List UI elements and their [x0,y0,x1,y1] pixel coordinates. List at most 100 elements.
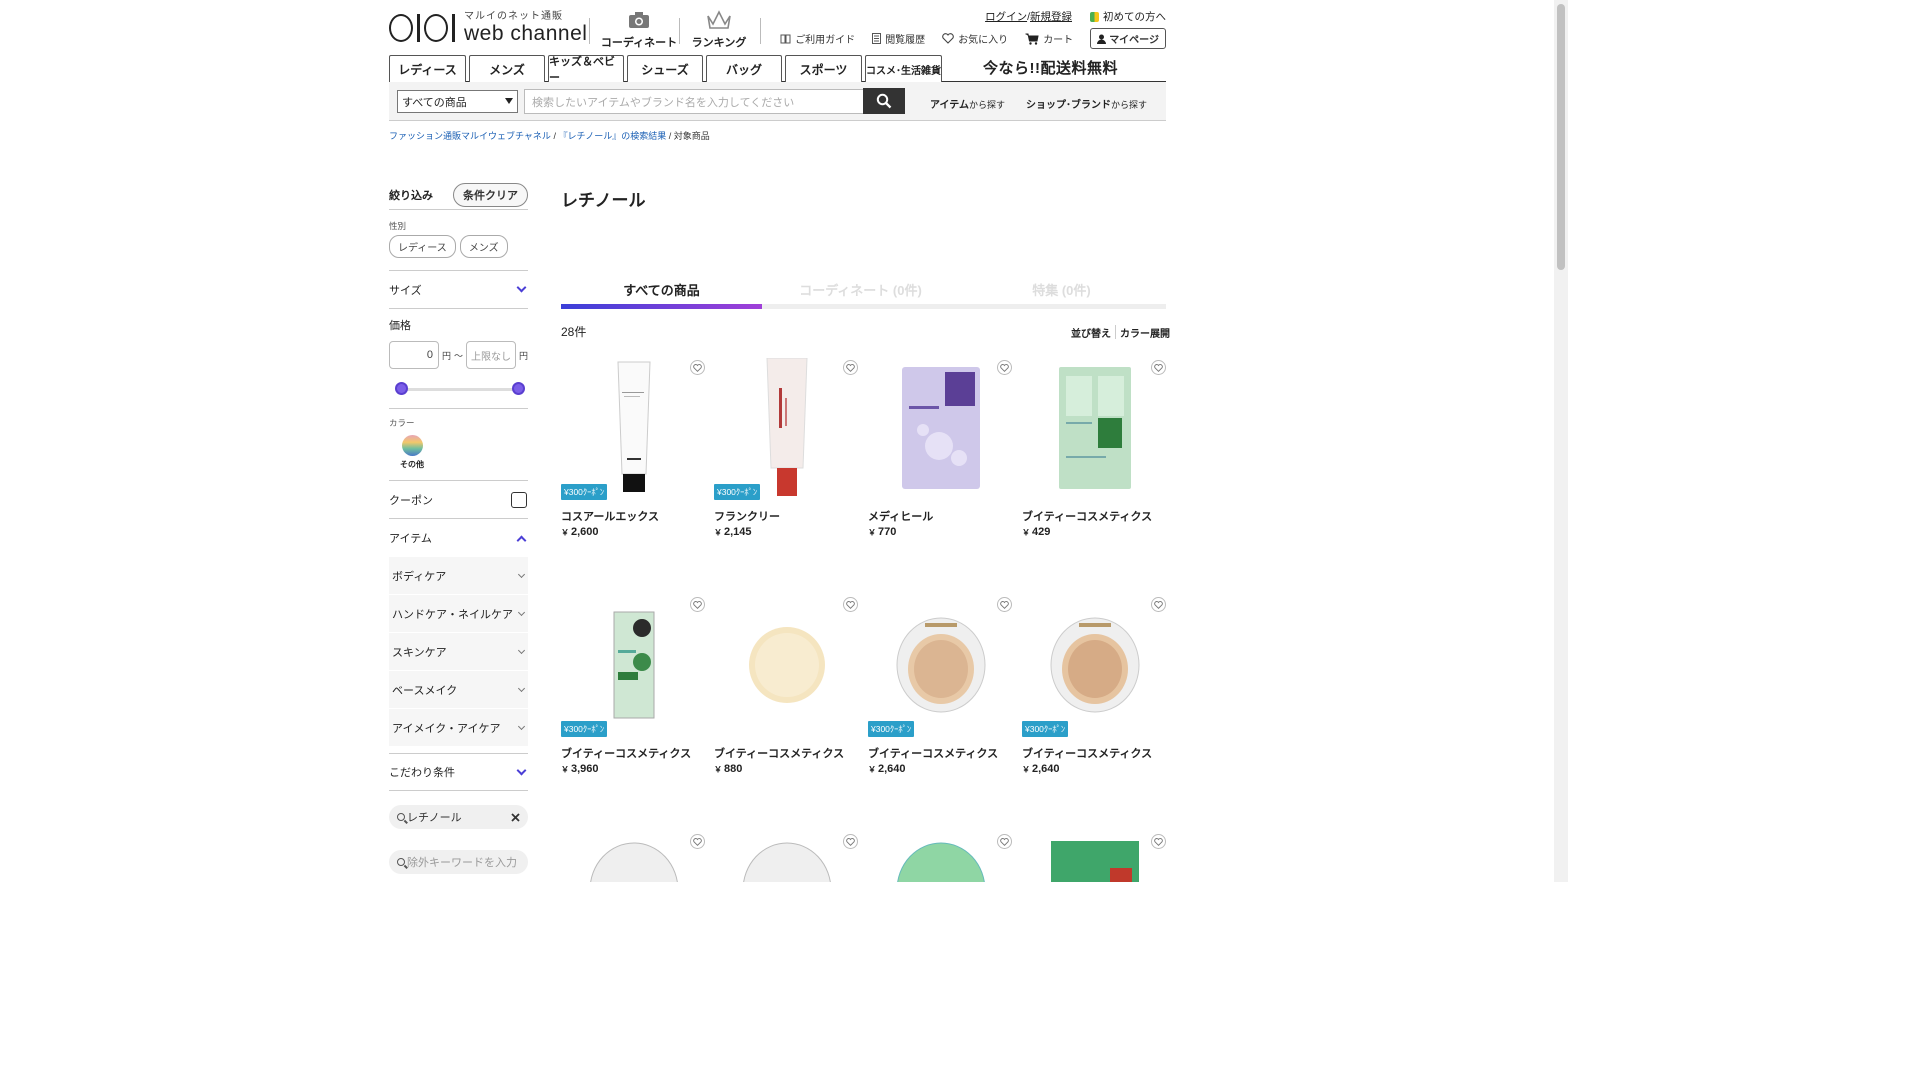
free-shipping-banner[interactable]: 今なら!!配送料無料 [983,57,1118,78]
slider-max-handle[interactable] [512,382,525,395]
product-brand[interactable]: ブイティーコスメティクス [1022,508,1152,524]
product-image[interactable] [868,842,1014,882]
favorite-heart-icon[interactable] [1151,360,1166,375]
product-brand[interactable]: ブイティーコスメティクス [714,745,844,761]
favorite-heart-icon[interactable] [843,834,858,849]
site-logo[interactable]: マルイのネット通販 web channel [389,12,587,44]
favorites-link[interactable]: お気に入り [942,31,1008,46]
product-image[interactable] [1022,358,1168,498]
product-image[interactable] [561,842,707,882]
kodawari-filter-toggle[interactable]: こだわり条件 [389,753,528,791]
product-image[interactable] [561,595,707,735]
product-card[interactable] [868,832,1014,882]
product-brand[interactable]: フランクリー [714,508,780,524]
product-card[interactable]: ¥300ｸｰﾎﾟﾝ フランクリー ￥ 2,145 [714,358,860,548]
register-link[interactable]: 新規登録 [1030,9,1072,24]
tab-coordinate[interactable]: コーディネート (0件) [760,280,961,299]
favorite-heart-icon[interactable] [690,597,705,612]
product-card[interactable]: ¥300ｸｰﾎﾟﾝ コスアールエックス ￥ 2,600 [561,358,707,548]
product-card[interactable]: ブイティーコスメティクス ￥ 880 [714,595,860,785]
item-sub-skincare[interactable]: スキンケア [389,633,528,671]
product-image[interactable] [714,358,860,498]
product-image[interactable] [868,358,1014,498]
scrollbar-thumb[interactable] [1557,4,1565,270]
login-link[interactable]: ログイン [985,9,1027,24]
guide-link[interactable]: ご利用ガイド [780,31,855,46]
product-card[interactable]: ¥300ｸｰﾎﾟﾝ ブイティーコスメティクス ￥ 3,960 [561,595,707,785]
category-tab-bags[interactable]: バッグ [706,55,782,82]
gender-option-ladies[interactable]: レディース [389,235,456,258]
history-link[interactable]: 閲覧履歴 [872,31,925,46]
product-image[interactable] [1022,595,1168,735]
product-card[interactable]: メディヒール ￥ 770 [868,358,1014,548]
category-tab-sports[interactable]: スポーツ [785,55,862,82]
favorite-heart-icon[interactable] [690,834,705,849]
close-icon[interactable] [511,812,520,822]
price-range-slider[interactable] [395,382,525,396]
clear-filters-button[interactable]: 条件クリア [453,182,528,207]
cart-link[interactable]: カート [1025,31,1073,46]
product-image[interactable] [561,358,707,498]
mypage-button[interactable]: マイページ [1090,28,1166,49]
product-image[interactable] [714,595,860,735]
slider-min-handle[interactable] [395,382,408,395]
product-image[interactable] [1022,840,1168,882]
size-filter-toggle[interactable]: サイズ [389,271,528,309]
search-button[interactable] [863,88,905,114]
tab-all-products[interactable]: すべての商品 [561,280,762,299]
search-input[interactable]: 検索したいアイテムやブランド名を入力してください [524,89,864,114]
item-sub-basemake[interactable]: ベースメイク [389,671,528,709]
product-brand[interactable]: ブイティーコスメティクス [868,745,998,761]
gender-option-mens[interactable]: メンズ [459,235,508,258]
category-tab-cosme[interactable]: コスメ･生活雑貨 [865,55,942,82]
favorite-heart-icon[interactable] [1151,597,1166,612]
color-swatch-other[interactable] [402,435,423,456]
item-sub-eyemake[interactable]: アイメイク・アイケア [389,709,528,747]
product-card[interactable]: ブイティーコスメティクス ￥ 429 [1022,358,1168,548]
search-scope-select[interactable]: すべての商品 [397,90,518,113]
product-brand[interactable]: ブイティーコスメティクス [1022,745,1152,761]
breadcrumb-home[interactable]: ファッション通販マルイウェブチャネル [389,131,551,141]
product-image[interactable] [868,595,1014,735]
favorite-heart-icon[interactable] [997,834,1012,849]
price-min-input[interactable]: 0 [389,341,439,369]
product-image[interactable] [714,842,860,882]
favorite-heart-icon[interactable] [1151,834,1166,849]
favorite-heart-icon[interactable] [843,597,858,612]
product-brand[interactable]: メディヒール [868,508,933,524]
coupon-filter[interactable]: クーポン [389,481,528,519]
favorite-heart-icon[interactable] [997,360,1012,375]
favorite-heart-icon[interactable] [690,360,705,375]
product-brand[interactable]: コスアールエックス [561,508,659,524]
item-filter-toggle[interactable]: アイテム [389,519,528,557]
color-expand-button[interactable]: カラー展開 [1120,325,1170,340]
category-tab-kids[interactable]: キッズ＆ベビー [548,55,624,84]
product-card[interactable] [714,832,860,882]
first-time-link[interactable]: 初めての方へ [1090,9,1166,24]
coordinate-link[interactable]: コーディネート [599,8,679,50]
breadcrumb-results[interactable]: 『レチノール』の検索結果 [558,131,666,141]
item-sub-handcare[interactable]: ハンドケア・ネイルケア [389,595,528,633]
favorite-heart-icon[interactable] [843,360,858,375]
keyword-filter-chip[interactable]: レチノール [389,805,528,829]
page-scrollbar[interactable] [1554,0,1568,882]
category-tab-ladies[interactable]: レディース [389,55,466,82]
search-by-shop-link[interactable]: ショップ･ブランドから探す [1026,96,1147,111]
product-card[interactable]: ¥300ｸｰﾎﾟﾝ ブイティーコスメティクス ￥ 2,640 [868,595,1014,785]
price-max-input[interactable]: 上限なし [466,341,516,369]
coupon-checkbox[interactable] [511,491,527,508]
product-card[interactable]: ¥300ｸｰﾎﾟﾝ ブイティーコスメティクス ￥ 2,640 [1022,595,1168,785]
category-tab-shoes[interactable]: シューズ [627,55,703,82]
tab-features[interactable]: 特集 (0件) [961,280,1162,299]
result-tabs: すべての商品 コーディネート (0件) 特集 (0件) [561,280,1166,310]
ranking-link[interactable]: ランキング [679,8,759,50]
product-card[interactable] [1022,832,1168,882]
favorite-heart-icon[interactable] [997,597,1012,612]
category-tab-mens[interactable]: メンズ [469,55,545,82]
product-brand[interactable]: ブイティーコスメティクス [561,745,691,761]
item-sub-bodycare[interactable]: ボディケア [389,557,528,595]
product-card[interactable] [561,832,707,882]
search-by-item-link[interactable]: アイテムから探す [930,96,1005,111]
exclude-keyword-input[interactable]: 除外キーワードを入力 [389,850,528,874]
sort-button[interactable]: 並び替え [1071,325,1111,340]
